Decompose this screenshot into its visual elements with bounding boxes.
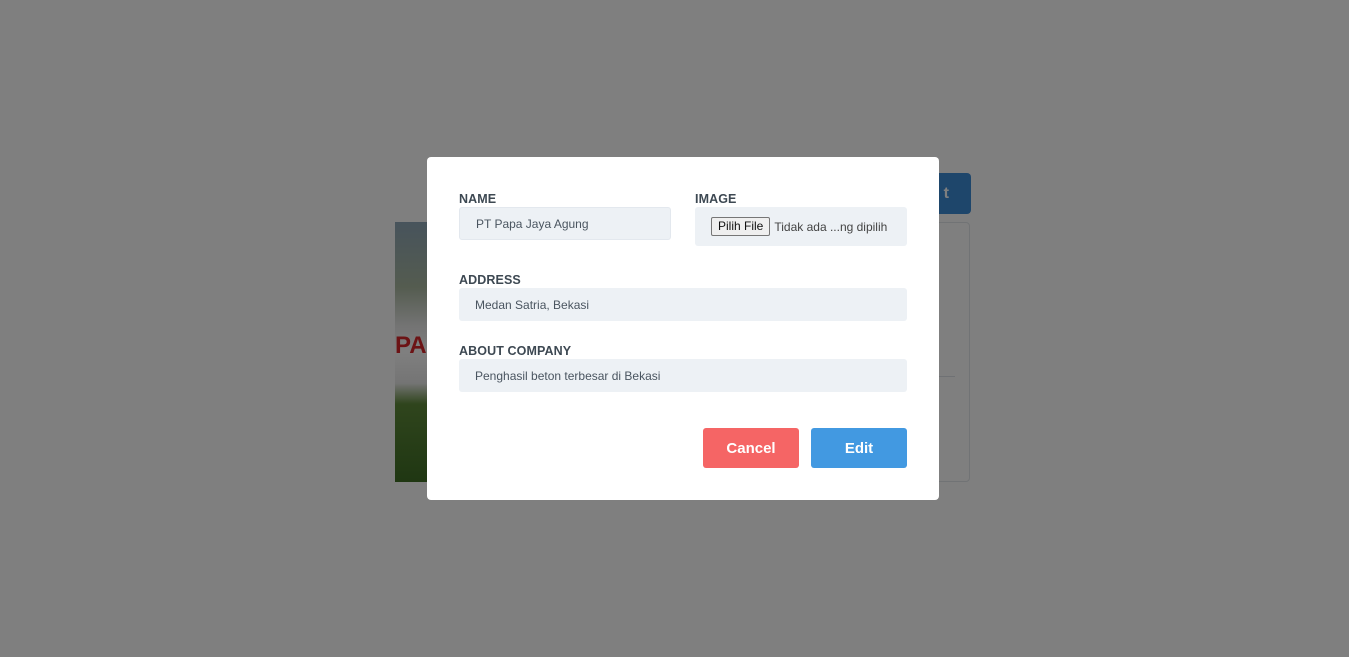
file-status-text: Tidak ada ...ng dipilih <box>774 219 888 234</box>
address-input[interactable]: Medan Satria, Bekasi <box>459 288 907 321</box>
name-input-value: PT Papa Jaya Agung <box>476 216 589 231</box>
about-company-input-value: Penghasil beton terbesar di Bekasi <box>475 368 661 383</box>
about-company-label: ABOUT COMPANY <box>459 344 572 358</box>
choose-file-button[interactable]: Pilih File <box>711 217 771 236</box>
image-file-input[interactable]: Pilih File Tidak ada ...ng dipilih <box>695 207 907 246</box>
edit-button[interactable]: Edit <box>811 428 907 468</box>
address-label: ADDRESS <box>459 273 521 287</box>
cancel-button-label: Cancel <box>726 439 776 457</box>
name-label: NAME <box>459 192 497 206</box>
edit-company-modal: NAME PT Papa Jaya Agung IMAGE Pilih File… <box>427 157 939 500</box>
about-company-input[interactable]: Penghasil beton terbesar di Bekasi <box>459 359 907 392</box>
name-input[interactable]: PT Papa Jaya Agung <box>459 207 671 240</box>
address-input-value: Medan Satria, Bekasi <box>475 297 590 312</box>
image-label: IMAGE <box>695 192 737 206</box>
edit-button-label: Edit <box>844 439 874 457</box>
cancel-button[interactable]: Cancel <box>703 428 799 468</box>
